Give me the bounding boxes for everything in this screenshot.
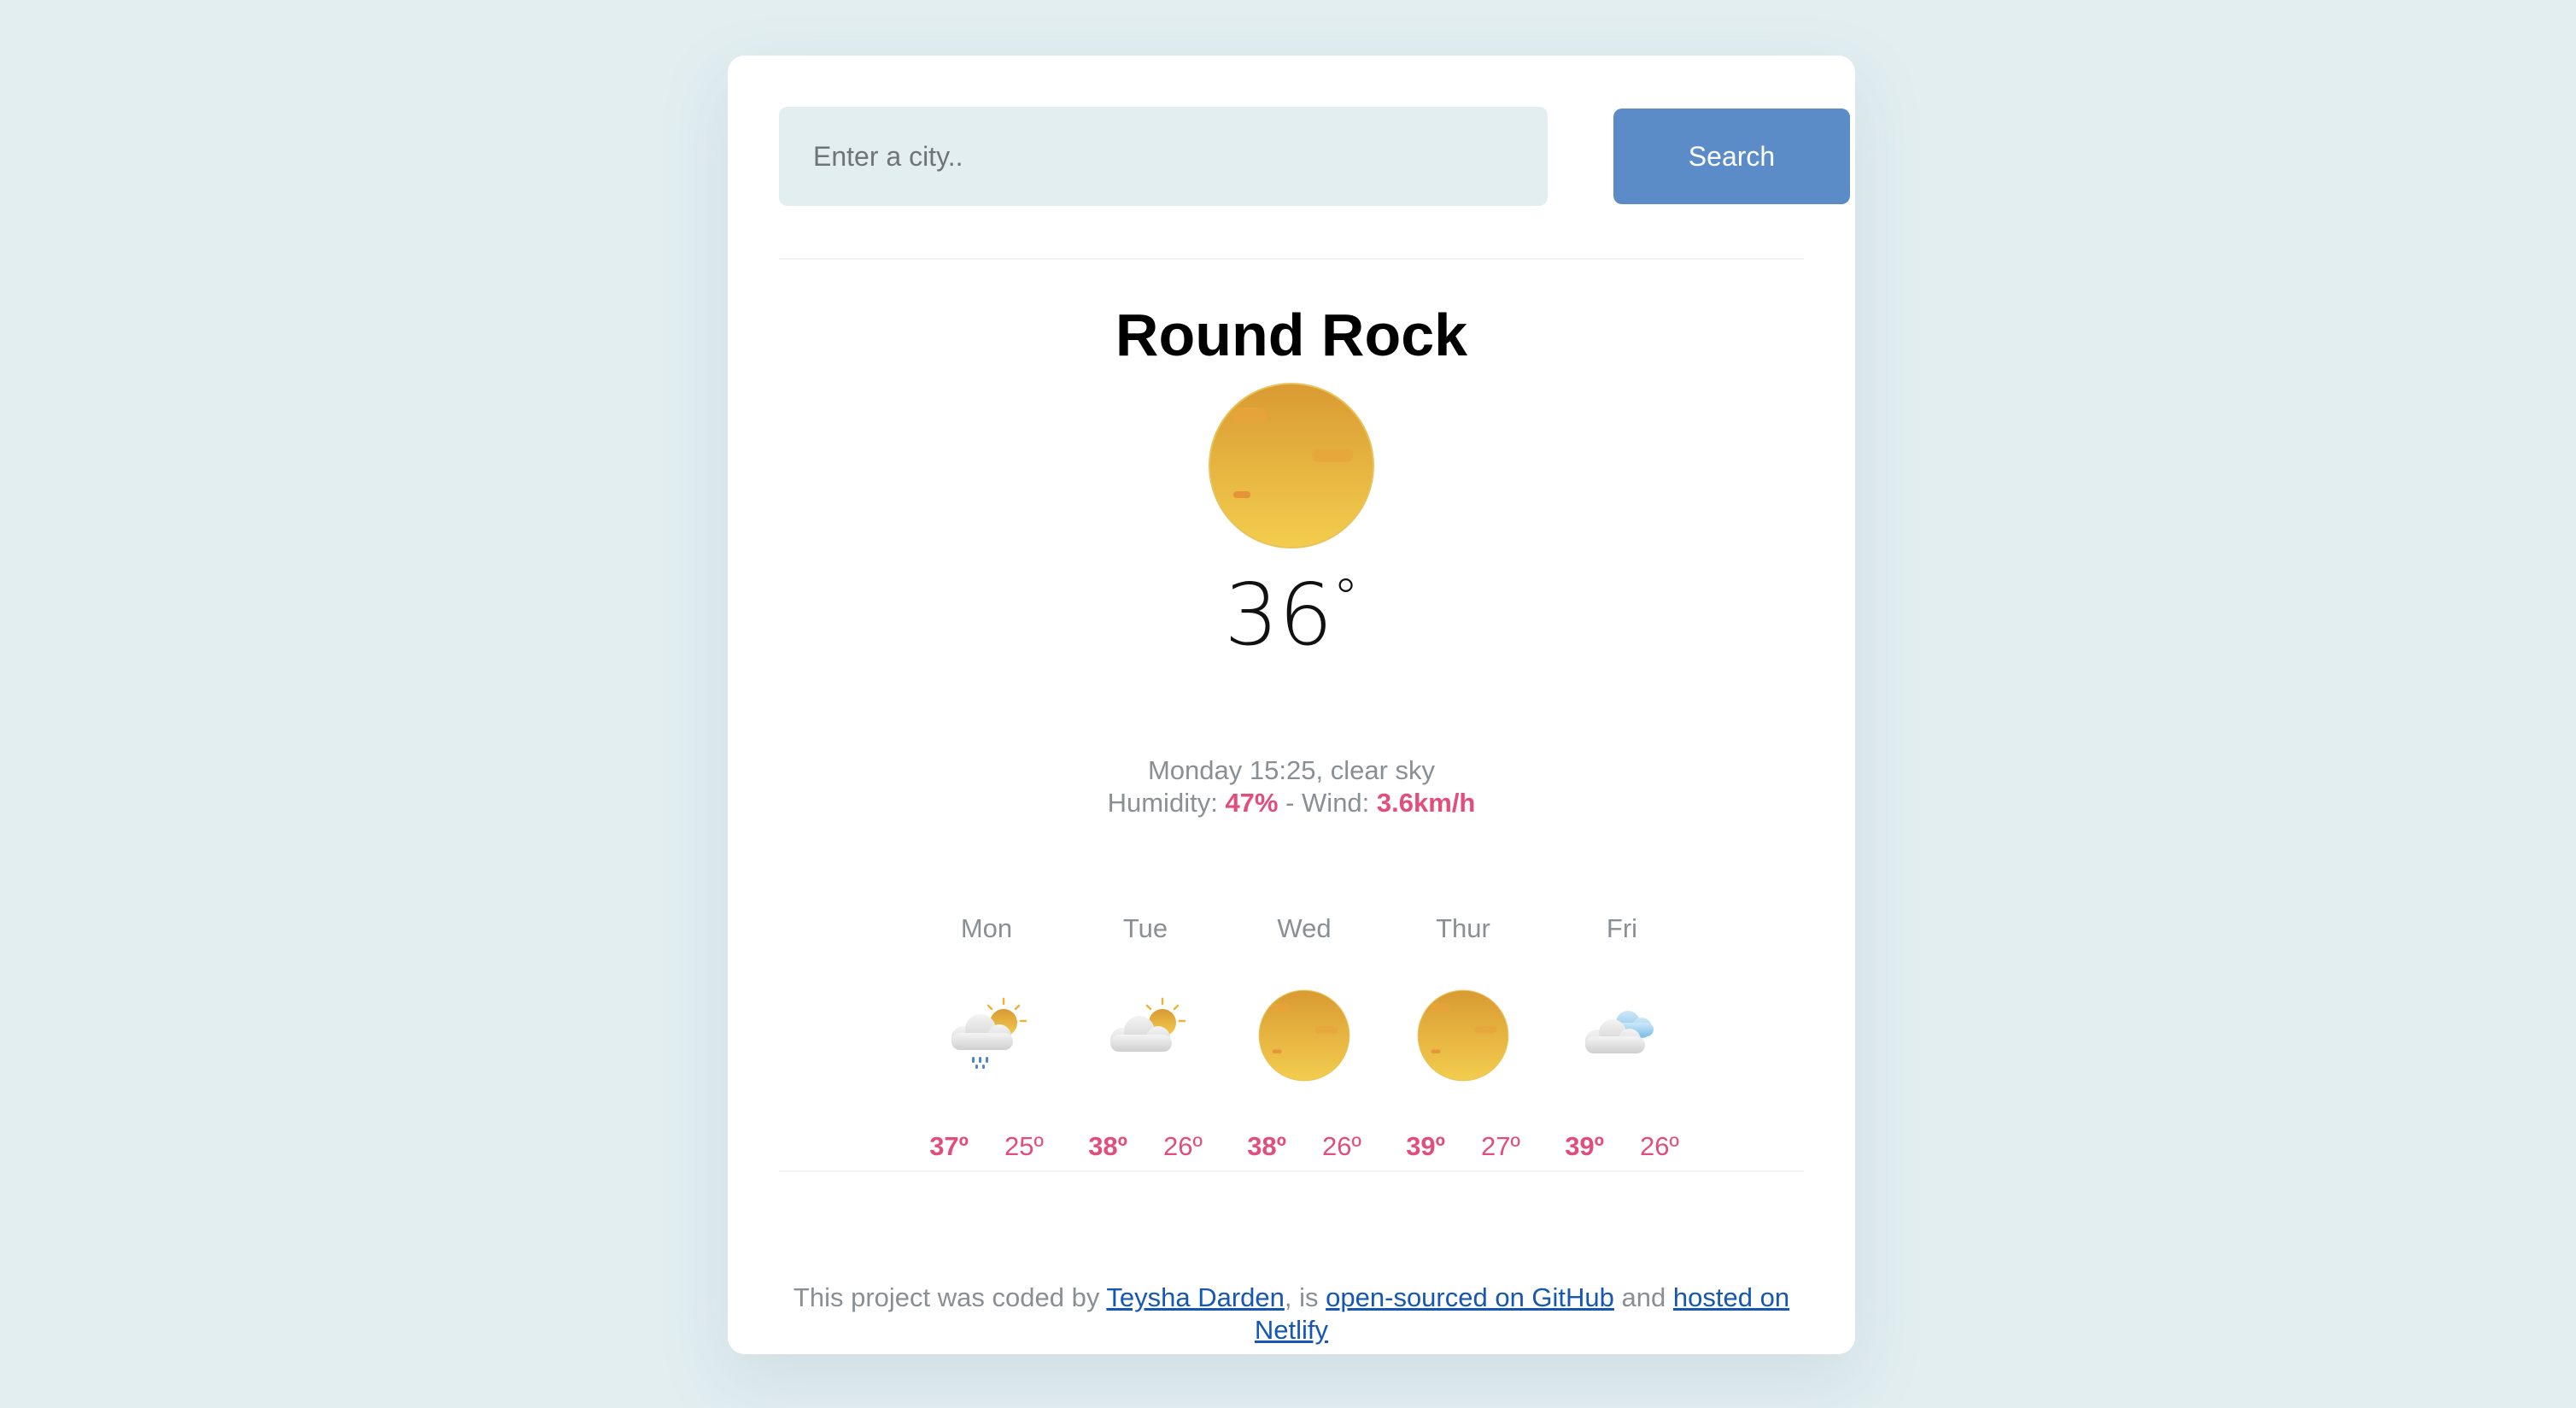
day-time: Monday 15:25 — [1147, 755, 1316, 785]
forecast-max: 39º — [1565, 1131, 1604, 1161]
forecast-max: 39º — [1406, 1131, 1445, 1161]
forecast-day-name: Mon — [960, 913, 1013, 943]
forecast-min: 25º — [1004, 1131, 1044, 1161]
forecast-temps: 39º 26º — [1543, 1128, 1701, 1165]
forecast-day-name: Fri — [1606, 913, 1638, 943]
forecast-temps: 39º 27º — [1384, 1128, 1543, 1165]
forecast-day-name: Tue — [1122, 913, 1168, 943]
github-link[interactable]: open-sourced on GitHub — [1326, 1282, 1614, 1312]
forecast: Mon 37º 25º Tue 38º 26º Wed 38º 26º Thur… — [907, 910, 1701, 1183]
partly-cloudy-icon — [1098, 989, 1192, 1082]
footer-middle: , is — [1284, 1282, 1319, 1312]
search-form: Search — [779, 107, 1850, 206]
clear-sky-sun-icon — [1257, 989, 1351, 1082]
humidity-label: Humidity: — [1107, 788, 1218, 818]
date-condition-line: Monday 15:25, clear sky — [1147, 755, 1436, 785]
temperature-unit: ° — [1332, 568, 1359, 628]
wind-value: 3.6km/h — [1376, 788, 1476, 818]
forecast-day: Wed 38º 26º — [1225, 910, 1384, 1183]
forecast-max: 37º — [929, 1131, 969, 1161]
author-link[interactable]: Teysha Darden — [1106, 1282, 1285, 1312]
divider-top — [779, 258, 1804, 260]
forecast-day: Mon 37º 25º — [907, 910, 1066, 1183]
forecast-temps: 38º 26º — [1225, 1128, 1384, 1165]
divider-bottom — [779, 1170, 1804, 1172]
wind-label: - Wind: — [1285, 788, 1370, 818]
search-button[interactable]: Search — [1613, 109, 1850, 204]
forecast-min: 26º — [1640, 1131, 1679, 1161]
forecast-min: 26º — [1163, 1131, 1203, 1161]
forecast-min: 26º — [1322, 1131, 1361, 1161]
search-input[interactable] — [779, 107, 1548, 206]
forecast-temps: 37º 25º — [907, 1128, 1066, 1165]
footer: This project was coded by Teysha Darden,… — [779, 1282, 1804, 1346]
forecast-day: Tue 38º 26º — [1066, 910, 1225, 1183]
forecast-max: 38º — [1088, 1131, 1127, 1161]
current-description: Monday 15:25, clear sky Humidity: 47% - … — [728, 754, 1855, 819]
forecast-min: 27º — [1481, 1131, 1520, 1161]
footer-and: and — [1621, 1282, 1666, 1312]
current-temperature: 36° — [728, 555, 1855, 675]
temperature-value: 36 — [1224, 565, 1333, 665]
clear-sky-sun-icon — [1416, 989, 1510, 1082]
forecast-max: 38º — [1247, 1131, 1286, 1161]
cloudy-icon — [1575, 989, 1669, 1082]
forecast-day: Fri 39º 26º — [1543, 910, 1701, 1183]
weather-card: Search Round Rock 36° Monday 15:25, clea… — [728, 56, 1855, 1354]
humidity-value: 47% — [1225, 788, 1279, 818]
humidity-wind-line: Humidity: 47% - Wind: 3.6km/h — [728, 787, 1855, 819]
clear-sky-sun-icon — [1206, 380, 1377, 551]
city-name: Round Rock — [1115, 302, 1468, 368]
forecast-temps: 38º 26º — [1066, 1128, 1225, 1165]
forecast-day-name: Wed — [1277, 913, 1332, 943]
forecast-day-name: Thur — [1436, 913, 1490, 943]
condition: clear sky — [1330, 755, 1436, 785]
forecast-day: Thur 39º 27º — [1384, 910, 1543, 1183]
footer-prefix: This project was coded by — [793, 1282, 1100, 1312]
rain-sun-cloud-icon — [940, 989, 1033, 1082]
